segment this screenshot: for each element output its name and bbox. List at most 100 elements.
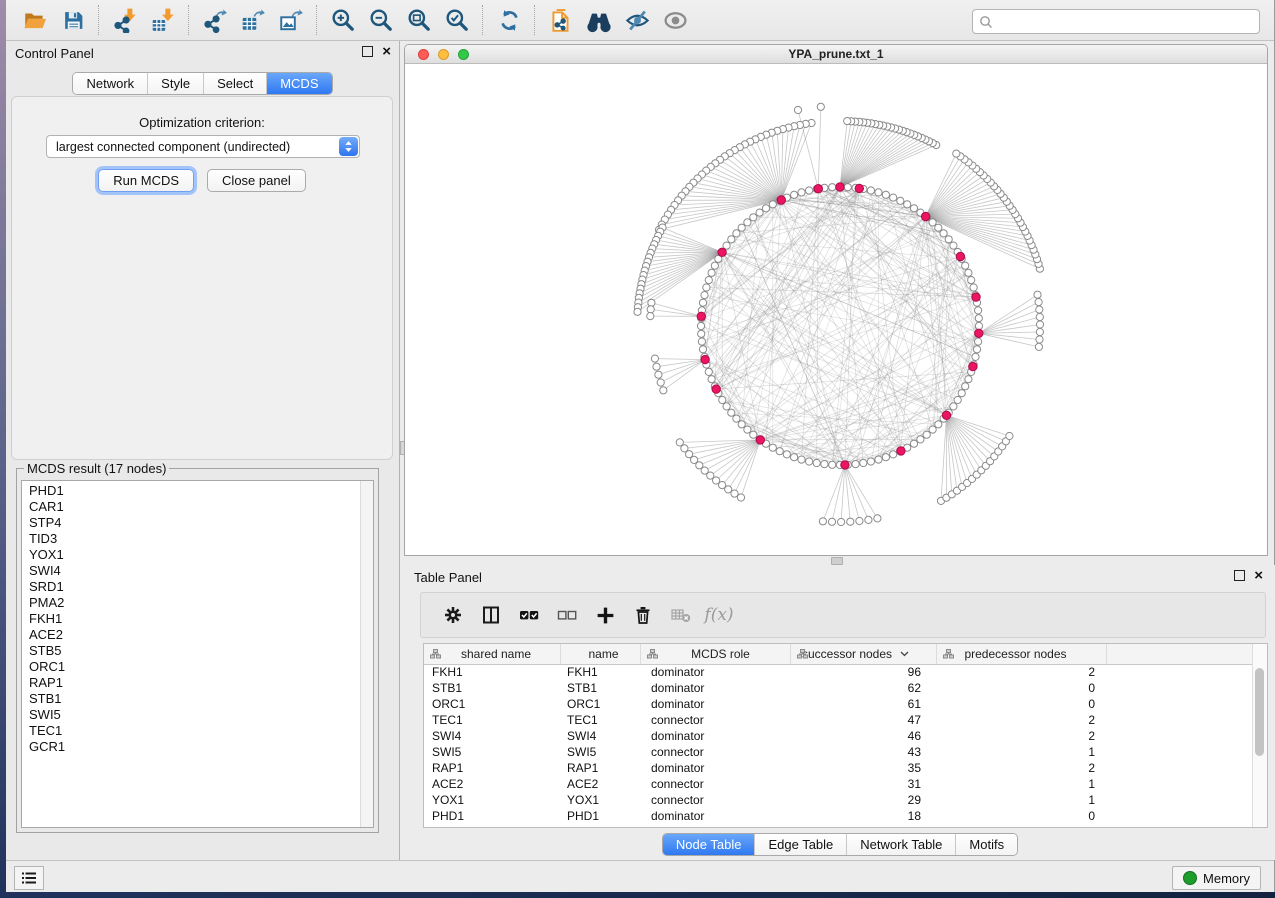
graph-node[interactable] xyxy=(829,461,836,468)
table-row[interactable]: ORC1ORC1dominator610 xyxy=(424,696,1253,712)
table-tab-node-table[interactable]: Node Table xyxy=(663,834,755,855)
tab-style[interactable]: Style xyxy=(147,73,203,94)
graph-node[interactable] xyxy=(970,284,977,291)
graph-node[interactable] xyxy=(798,456,805,463)
graph-leaf-node[interactable] xyxy=(1006,432,1013,439)
table-tab-network-table[interactable]: Network Table xyxy=(846,834,955,855)
show-columns-icon[interactable] xyxy=(477,601,505,629)
import-table-icon[interactable] xyxy=(144,3,182,37)
graph-leaf-node[interactable] xyxy=(844,118,851,125)
graph-leaf-node[interactable] xyxy=(819,518,826,525)
graph-leaf-node[interactable] xyxy=(828,518,835,525)
zoom-fit-icon[interactable] xyxy=(400,3,438,37)
table-row[interactable]: TEC1TEC1connector472 xyxy=(424,712,1253,728)
graph-leaf-node[interactable] xyxy=(725,486,732,493)
graph-mcds-hub-node[interactable] xyxy=(921,212,929,220)
graph-leaf-node[interactable] xyxy=(1036,321,1043,328)
float-panel-icon[interactable] xyxy=(362,46,373,57)
mcds-result-item[interactable]: STP4 xyxy=(29,515,373,531)
graph-node[interactable] xyxy=(950,242,957,249)
mcds-result-item[interactable]: TID3 xyxy=(29,531,373,547)
graph-mcds-hub-node[interactable] xyxy=(718,248,726,256)
graph-node[interactable] xyxy=(965,376,972,383)
graph-node[interactable] xyxy=(875,456,882,463)
graph-node[interactable] xyxy=(769,444,776,451)
graph-node[interactable] xyxy=(954,396,961,403)
graph-mcds-hub-node[interactable] xyxy=(697,312,705,320)
mcds-result-item[interactable]: CAR1 xyxy=(29,499,373,515)
column-header-successor-nodes[interactable]: successor nodes xyxy=(791,644,937,664)
node-table[interactable]: shared namenameMCDS rolesuccessor nodesp… xyxy=(423,643,1268,828)
graph-node[interactable] xyxy=(867,458,874,465)
run-mcds-button[interactable]: Run MCDS xyxy=(98,169,194,192)
graph-leaf-node[interactable] xyxy=(634,308,641,315)
graph-leaf-node[interactable] xyxy=(838,518,845,525)
deselect-all-icon[interactable] xyxy=(553,601,581,629)
graph-node[interactable] xyxy=(750,431,757,438)
tab-mcds[interactable]: MCDS xyxy=(266,73,331,94)
graph-node[interactable] xyxy=(882,454,889,461)
table-row[interactable]: RAP1RAP1dominator352 xyxy=(424,760,1253,776)
graph-node[interactable] xyxy=(762,205,769,212)
binoculars-icon[interactable] xyxy=(580,3,618,37)
graph-node[interactable] xyxy=(844,184,851,191)
graph-node[interactable] xyxy=(829,184,836,191)
close-panel-button[interactable]: Close panel xyxy=(207,169,306,192)
open-folder-icon[interactable] xyxy=(16,3,54,37)
table-row[interactable]: SWI4SWI4dominator462 xyxy=(424,728,1253,744)
mcds-result-item[interactable]: GCR1 xyxy=(29,739,373,755)
graph-node[interactable] xyxy=(744,219,751,226)
table-row[interactable]: FKH1FKH1dominator962 xyxy=(424,664,1253,680)
graph-mcds-hub-node[interactable] xyxy=(969,362,977,370)
mcds-result-item[interactable]: SRD1 xyxy=(29,579,373,595)
search-field[interactable] xyxy=(972,9,1260,34)
graph-node[interactable] xyxy=(975,307,982,314)
horizontal-splitter[interactable] xyxy=(404,556,1268,565)
graph-mcds-hub-node[interactable] xyxy=(897,447,905,455)
graph-mcds-hub-node[interactable] xyxy=(942,411,950,419)
scrollbar-thumb[interactable] xyxy=(1255,668,1264,756)
table-tab-edge-table[interactable]: Edge Table xyxy=(754,834,846,855)
graph-mcds-hub-node[interactable] xyxy=(972,293,980,301)
graph-node[interactable] xyxy=(965,269,972,276)
graph-node[interactable] xyxy=(769,201,776,208)
graph-mcds-hub-node[interactable] xyxy=(841,461,849,469)
close-panel-icon[interactable]: × xyxy=(382,46,391,57)
export-image-icon[interactable] xyxy=(272,3,310,37)
graph-mcds-hub-node[interactable] xyxy=(836,183,844,191)
graph-leaf-node[interactable] xyxy=(737,494,744,501)
graph-node[interactable] xyxy=(929,426,936,433)
export-table-icon[interactable] xyxy=(234,3,272,37)
network-titlebar[interactable]: YPA_prune.txt_1 xyxy=(405,45,1267,64)
column-header-shared-name[interactable]: shared name xyxy=(424,644,561,664)
graph-node[interactable] xyxy=(699,299,706,306)
mcds-result-item[interactable]: FKH1 xyxy=(29,611,373,627)
graph-node[interactable] xyxy=(860,459,867,466)
table-tab-motifs[interactable]: Motifs xyxy=(955,834,1017,855)
graph-leaf-node[interactable] xyxy=(653,363,660,370)
graph-mcds-hub-node[interactable] xyxy=(855,184,863,192)
graph-leaf-node[interactable] xyxy=(1035,343,1042,350)
graph-node[interactable] xyxy=(719,396,726,403)
graph-leaf-node[interactable] xyxy=(655,371,662,378)
graph-leaf-node[interactable] xyxy=(1036,328,1043,335)
graph-node[interactable] xyxy=(962,262,969,269)
graph-node[interactable] xyxy=(711,262,718,269)
mcds-result-item[interactable]: ORC1 xyxy=(29,659,373,675)
graph-leaf-node[interactable] xyxy=(874,515,881,522)
splitter-grip[interactable] xyxy=(831,557,843,565)
column-header-MCDS-role[interactable]: MCDS role xyxy=(641,644,791,664)
graph-node[interactable] xyxy=(728,409,735,416)
zoom-out-icon[interactable] xyxy=(362,3,400,37)
graph-node[interactable] xyxy=(783,451,790,458)
table-row[interactable]: SWI5SWI5connector431 xyxy=(424,744,1253,760)
float-panel-icon[interactable] xyxy=(1234,570,1245,581)
search-input[interactable] xyxy=(997,14,1259,30)
graph-mcds-hub-node[interactable] xyxy=(701,355,709,363)
table-row[interactable]: PHD1PHD1dominator180 xyxy=(424,808,1253,824)
graph-node[interactable] xyxy=(958,390,965,397)
graph-node[interactable] xyxy=(698,338,705,345)
graph-node[interactable] xyxy=(806,187,813,194)
graph-node[interactable] xyxy=(852,461,859,468)
graph-node[interactable] xyxy=(910,440,917,447)
